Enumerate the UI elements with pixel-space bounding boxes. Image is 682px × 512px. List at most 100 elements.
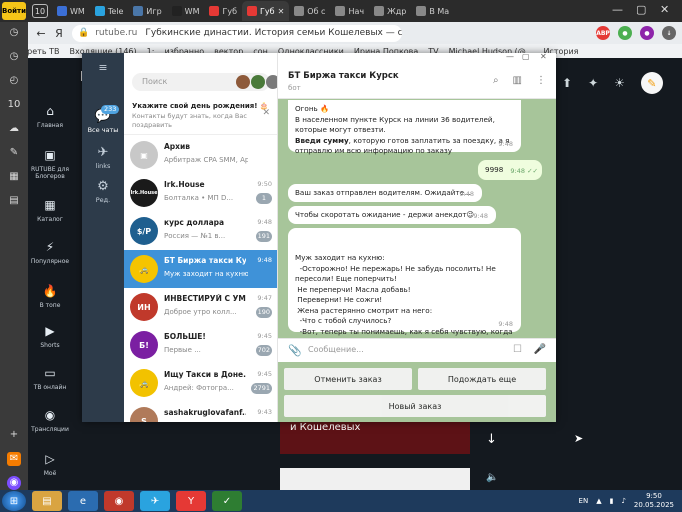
language-indicator[interactable]: EN (579, 497, 589, 505)
microphone-icon[interactable]: 🎤 (534, 344, 546, 355)
outgoing-message-bubble[interactable]: 9998 9:48 ✓✓ (478, 160, 542, 180)
panel-icon[interactable]: ▤ (7, 194, 21, 208)
browser-tab[interactable]: Губ ✕ (242, 1, 290, 21)
video-card[interactable] (280, 468, 470, 490)
panel-icon[interactable]: ▦ (7, 170, 21, 184)
sidebar-toggle-icon[interactable]: ▥ (513, 75, 522, 86)
clock-icon[interactable]: ◴ (7, 74, 21, 88)
start-button[interactable]: ⊞ (2, 491, 26, 511)
maximize-icon[interactable]: ▢ (636, 3, 646, 16)
back-icon[interactable]: ← (32, 27, 50, 40)
rutube-nav-item[interactable]: ▶ Shorts (28, 324, 72, 349)
message-bubble[interactable]: Чтобы скоротать ожидание - держи анекдот… (288, 206, 496, 224)
volume-icon[interactable]: 🔈 (486, 472, 498, 483)
birthday-banner[interactable]: Укажите свой день рождения! 🎂 Контакты б… (124, 98, 277, 135)
attach-icon[interactable]: 📎 (288, 344, 302, 357)
cancel-order-button[interactable]: Отменить заказ (284, 368, 412, 390)
telegram-icon[interactable]: ✈ (140, 491, 170, 511)
extension-icon[interactable]: ● (618, 26, 632, 40)
add-icon[interactable]: + (7, 428, 21, 442)
message-bubble[interactable]: Ваш заказ отправлен водителям. Ожидайте.… (288, 184, 482, 202)
browser-tab[interactable]: Ждр (369, 1, 411, 21)
ie-icon[interactable]: e (68, 491, 98, 511)
chat-list-item[interactable]: Irk.House Irk.House 9:50 Болталка • МП D...… (124, 174, 277, 212)
adblock-icon[interactable]: ABP (596, 26, 610, 40)
close-icon[interactable]: ✕ (262, 108, 270, 118)
chat-list-item[interactable]: 🚕 Ищу Такси в Доне... 9:45 Андрей: Фотогра.… (124, 364, 277, 402)
chat-list-item[interactable]: 🚕 БТ Биржа такси Ку... 9:48 Муж заходит на … (124, 250, 277, 288)
avatar[interactable] (236, 75, 250, 89)
browser-tab[interactable]: Игр (128, 1, 166, 21)
browser-tab[interactable]: Губ (204, 1, 242, 21)
history-icon[interactable]: ◷ (7, 26, 21, 40)
url-field[interactable]: 🔒 rutube.ru Губкинские династии. История… (72, 24, 402, 42)
chat-list-item[interactable]: ▣ Архив Арбитраж CPA SMM, Арбит... (124, 136, 277, 174)
message-input[interactable]: Сообщение... (308, 345, 364, 354)
rutube-nav-item[interactable]: 🔥 В топе (28, 284, 72, 309)
clock-time: 9:50 (646, 492, 662, 500)
browser-tab[interactable]: В Ма (411, 1, 454, 21)
chat-list-item[interactable]: $/P курс доллара 9:48 Россия — №1 в... 191 (124, 212, 277, 250)
menu-icon[interactable]: ≡ (82, 61, 124, 74)
chrome-icon[interactable]: ◉ (104, 491, 134, 511)
rutube-nav-item[interactable]: ⌂ Главная (28, 104, 72, 129)
search-icon[interactable]: ⌕ (493, 75, 499, 86)
message-bubble[interactable]: Огонь 🔥 В населенном пункте Курск на лин… (288, 100, 521, 155)
history-icon[interactable]: ◷ (7, 50, 21, 64)
browser-tab[interactable]: WM (52, 1, 90, 21)
rutube-nav-item[interactable]: ▦ Каталог (28, 198, 72, 223)
rutube-nav-item[interactable]: ⚡ Популярное (28, 240, 72, 265)
edit-icon[interactable]: ✎ (7, 146, 21, 160)
excel-icon[interactable]: ✓ (212, 491, 242, 511)
browser-tab[interactable]: Tele (90, 1, 129, 21)
stories-avatars[interactable] (236, 75, 277, 89)
tray-icon[interactable]: ▲ (596, 497, 601, 505)
minimize-icon[interactable]: — (506, 53, 514, 61)
close-window-icon[interactable]: ✕ (660, 3, 669, 16)
wait-more-button[interactable]: Подождать еще (418, 368, 546, 390)
chat-list-item[interactable]: Ssashakruglovafanf... 9:43 (124, 402, 277, 422)
theme-icon[interactable]: ☀ (614, 76, 625, 90)
chat-header[interactable]: БТ Биржа такси Курск бот ⌕ ▥ ⋮ (278, 63, 556, 99)
mail-icon[interactable]: ✉ (7, 452, 21, 466)
notification-icon[interactable]: ✦ (588, 76, 598, 90)
minimize-icon[interactable]: — (612, 3, 623, 16)
new-order-button[interactable]: Новый заказ (284, 395, 546, 417)
browser-tab[interactable]: Нач (330, 1, 369, 21)
folder-edit[interactable]: ⚙ Ред. (82, 179, 124, 204)
arrow-down-icon[interactable]: ↓ (486, 432, 497, 447)
tab-counter[interactable]: 10 (32, 4, 48, 18)
browser-tab[interactable]: WM (167, 1, 205, 21)
chat-list-item[interactable]: Б! БОЛЬШЕ! 9:45 Первые ... 702 (124, 326, 277, 364)
volume-icon[interactable]: ♪ (621, 497, 625, 505)
rutube-nav-item[interactable]: ▣ RUTUBE для Блогеров (28, 148, 72, 180)
avatar[interactable] (266, 75, 277, 89)
browser-tab[interactable]: Об с (289, 1, 330, 21)
extension-icon[interactable]: ● (640, 26, 654, 40)
sticker-icon[interactable]: ☐ (513, 344, 522, 355)
yandex-icon[interactable]: Я (50, 27, 68, 40)
folder-all-chats[interactable]: 💬 233 Все чаты (82, 105, 124, 134)
cloud-icon[interactable]: ☁ (7, 122, 21, 136)
alice-icon[interactable]: ◉ (7, 476, 21, 490)
rutube-nav-item[interactable]: ◉ Трансляции (28, 408, 72, 433)
upload-icon[interactable]: ⬆ (562, 76, 572, 90)
network-icon[interactable]: ▮ (610, 497, 614, 505)
yandex-login-button[interactable]: Войти (2, 2, 26, 20)
avatar[interactable]: ✎ (640, 72, 663, 94)
avatar[interactable] (251, 75, 265, 89)
download-icon[interactable]: ↓ (662, 26, 676, 40)
more-options-icon[interactable]: ⋮ (536, 75, 546, 86)
explorer-icon[interactable]: ▤ (32, 491, 62, 511)
rutube-nav-item[interactable]: ▭ ТВ онлайн (28, 366, 72, 391)
maximize-icon[interactable]: ▢ (522, 53, 530, 61)
clock[interactable]: 9:50 20.05.2025 (634, 492, 674, 510)
message-bubble[interactable]: Муж заходит на кухню: -Осторожно! Не пер… (288, 228, 521, 346)
rutube-nav-item[interactable]: ▷ Моё (28, 452, 72, 477)
tab-counter-icon[interactable]: 10 (7, 98, 21, 112)
chat-list-item[interactable]: ИН ИНВЕСТИРУЙ С УМ... 9:47 Доброе утро колл… (124, 288, 277, 326)
folder-links[interactable]: ✈ links (82, 145, 124, 170)
yandex-browser-icon[interactable]: Y (176, 491, 206, 511)
close-tab-icon[interactable]: ✕ (278, 7, 285, 16)
close-window-icon[interactable]: ✕ (540, 53, 547, 61)
